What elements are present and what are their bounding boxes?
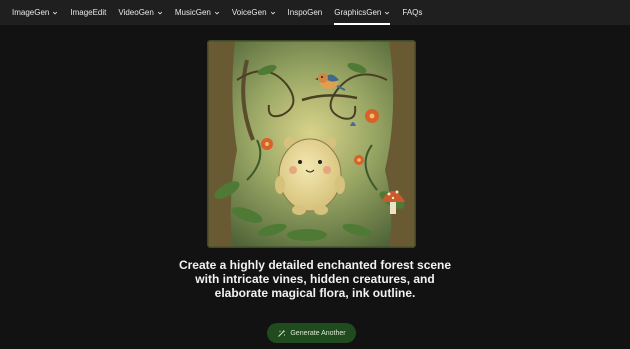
nav-item-imagegen[interactable]: ImageGen [6,0,64,25]
nav-item-label: GraphicsGen [334,8,382,17]
generated-image [207,40,416,248]
chevron-down-icon [157,11,162,14]
chevron-down-icon [214,11,219,14]
chevron-down-icon [270,11,275,14]
nav-item-graphicsgen[interactable]: GraphicsGen [328,0,396,25]
main-content: Create a highly detailed enchanted fores… [0,25,630,349]
nav-item-label: MusicGen [174,8,211,17]
chevron-down-icon [53,11,58,14]
nav-item-label: ImageEdit [70,8,107,17]
magic-wand-icon [278,329,286,337]
prompt-text: Create a highly detailed enchanted fores… [178,258,452,300]
top-nav-bar: ImageGen ImageEdit VideoGen MusicGen Voi… [0,0,630,25]
nav-item-imageedit[interactable]: ImageEdit [64,0,112,25]
nav-item-voicegen[interactable]: VoiceGen [226,0,282,25]
nav-item-label: FAQs [402,8,423,17]
nav-item-label: InspoGen [287,8,323,17]
nav-item-inspogen[interactable]: InspoGen [282,0,329,25]
nav-item-label: VoiceGen [231,8,267,17]
nav-item-label: VideoGen [118,8,154,17]
nav-item-musicgen[interactable]: MusicGen [169,0,226,25]
generate-another-button[interactable]: Generate Another [267,323,356,343]
nav-item-label: ImageGen [12,8,50,17]
enchanted-forest-illustration [207,40,416,248]
nav-item-faqs[interactable]: FAQs [396,0,428,25]
nav-item-videogen[interactable]: VideoGen [112,0,168,25]
generate-another-label: Generate Another [290,329,346,337]
chevron-down-icon [385,11,390,14]
